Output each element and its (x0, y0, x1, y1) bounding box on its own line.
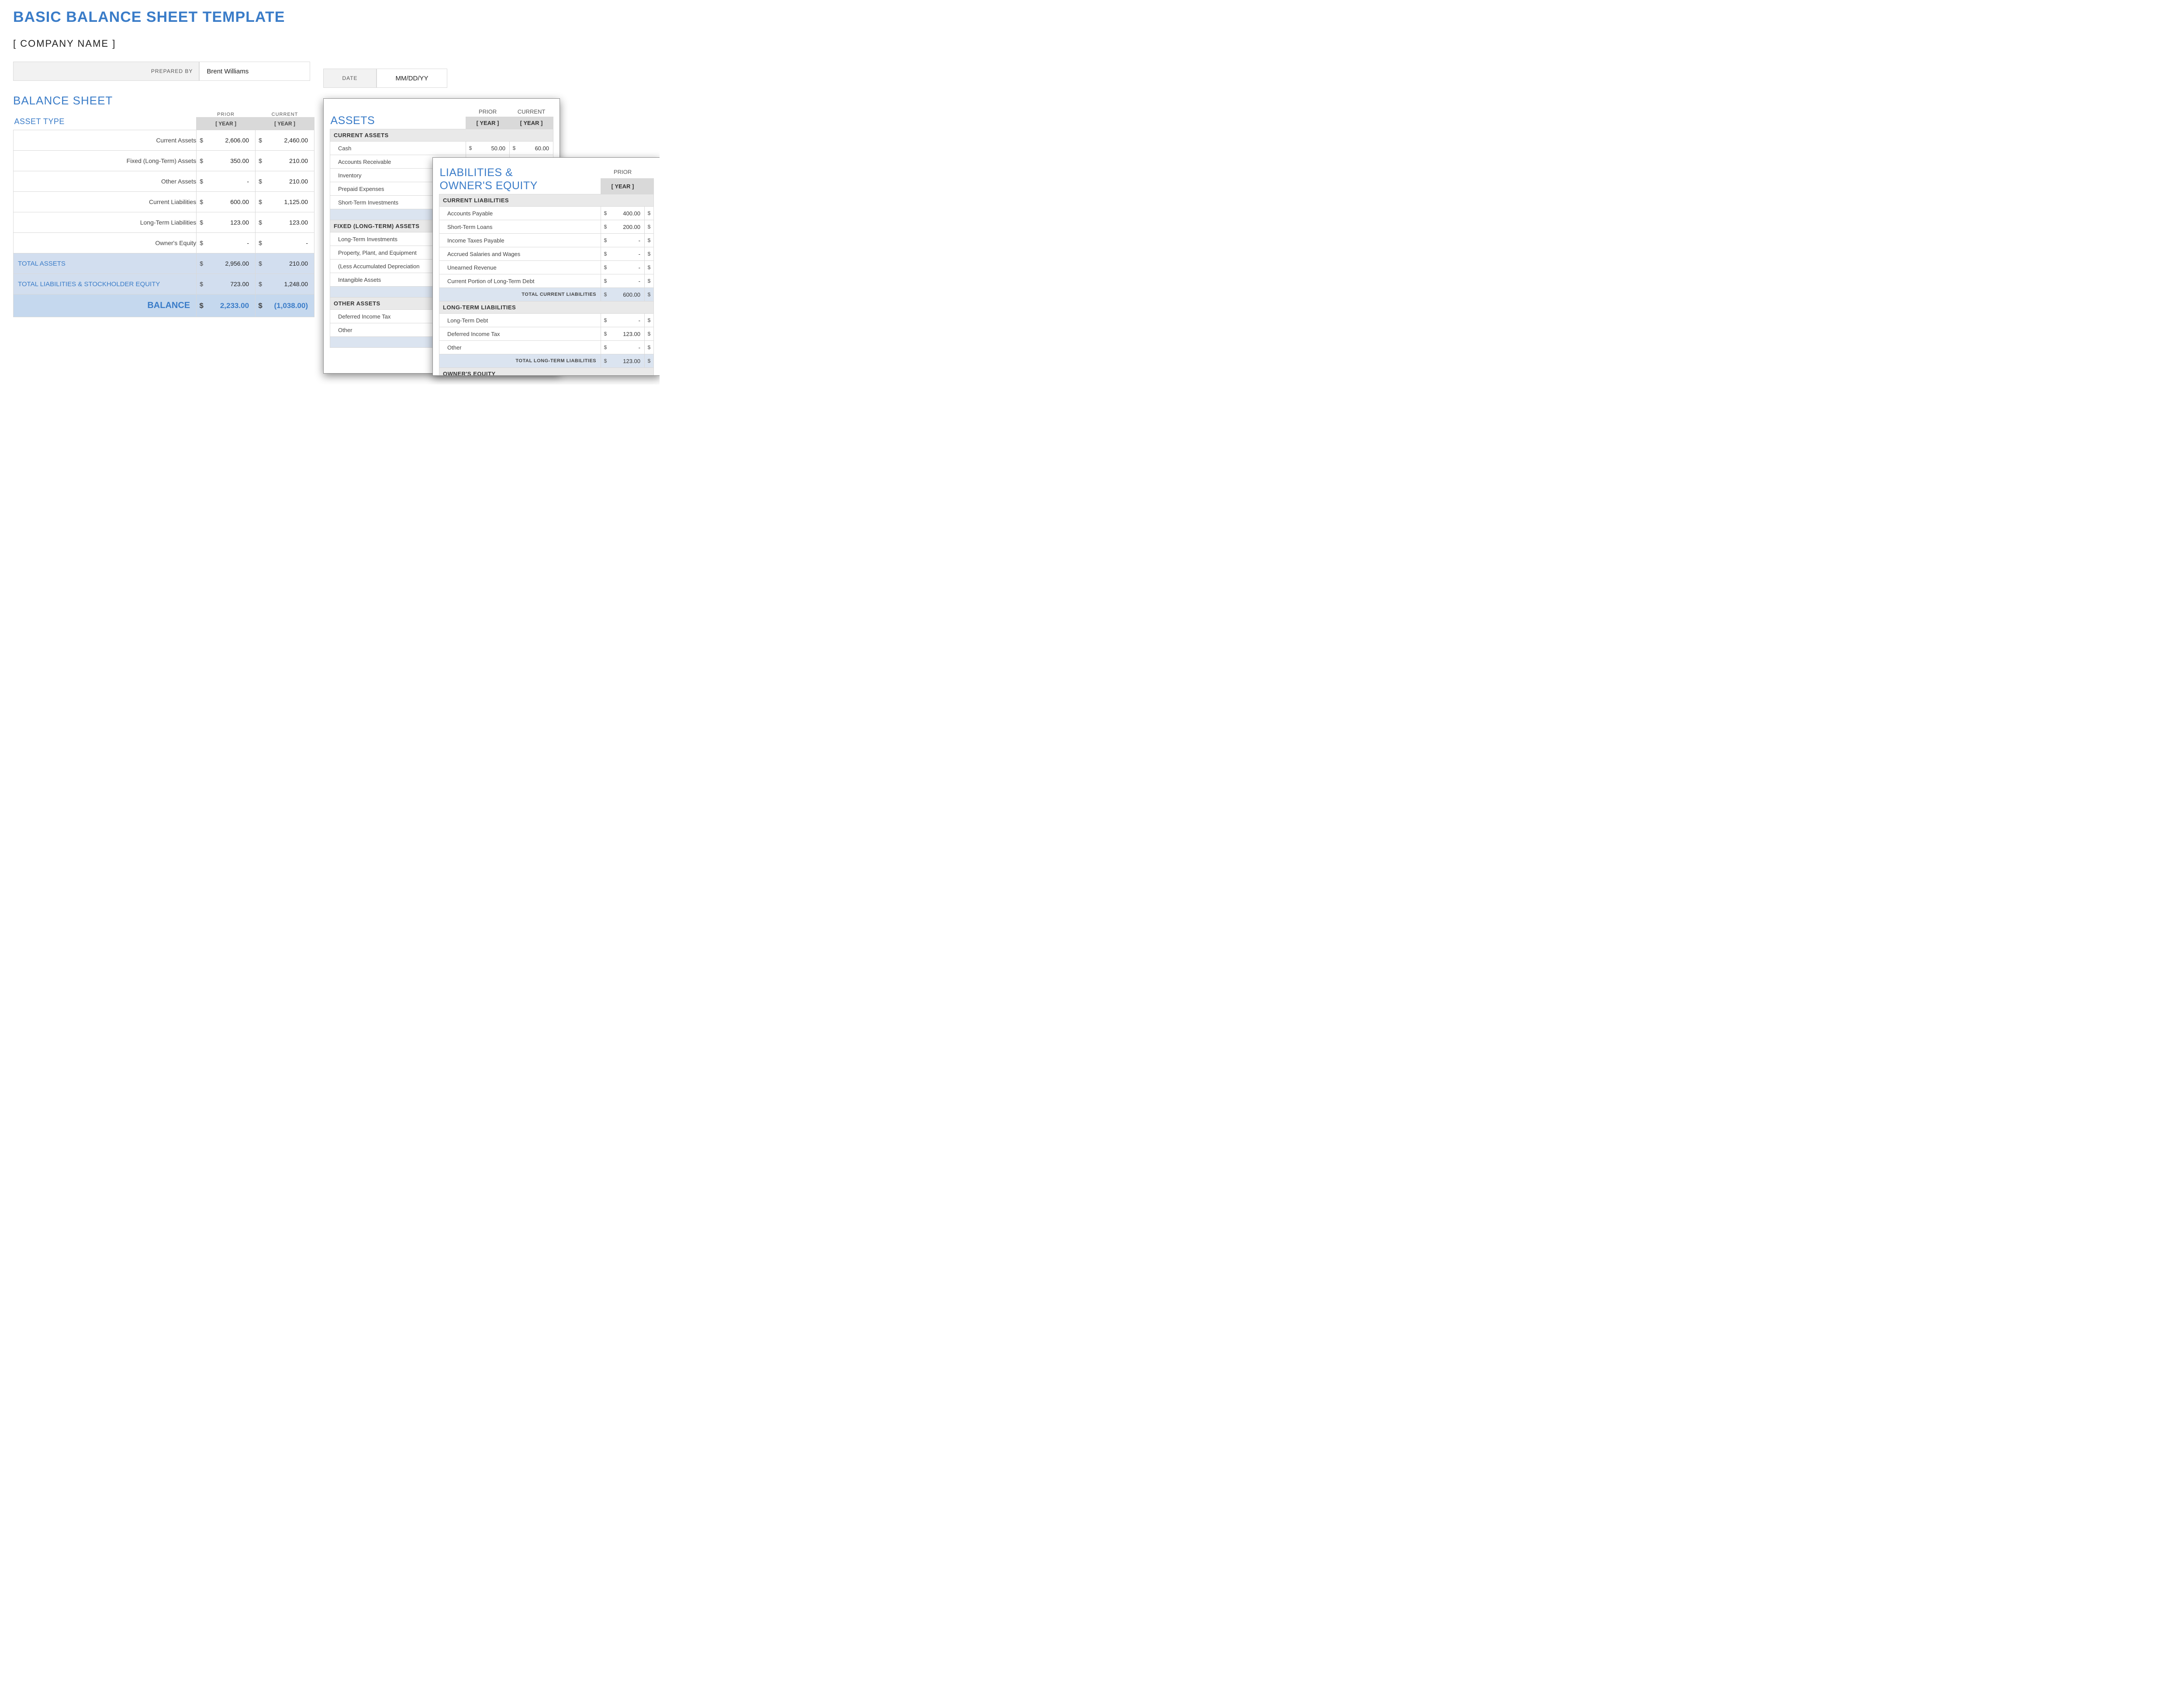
total-assets-prior: $2,956.00 (197, 253, 256, 274)
cell-prior[interactable]: $350.00 (197, 151, 256, 171)
table-row: Long-Term Liabilities $123.00 $123.00 (14, 212, 314, 233)
row-label: Current Assets (14, 130, 197, 151)
cell-current[interactable]: $210.00 (256, 171, 314, 192)
date-meta-row: DATE MM/DD/YY (323, 69, 447, 88)
table-row: Owner's Equity $- $- (14, 233, 314, 253)
cell[interactable]: $400.00 (601, 207, 645, 220)
assets-prior-label: PRIOR (466, 107, 510, 117)
assets-prior-year[interactable]: [ YEAR ] (466, 117, 510, 129)
cell[interactable]: $60.00 (510, 142, 553, 155)
prepared-by-label: PREPARED BY (13, 62, 199, 81)
cell-current[interactable]: $- (256, 233, 314, 253)
balance-label: BALANCE (14, 294, 197, 317)
cell[interactable]: $- (601, 314, 645, 327)
current-year-header[interactable]: [ YEAR ] (256, 118, 314, 130)
balance-row: BALANCE $2,233.00 $(1,038.00) (14, 294, 314, 317)
liab-prior-year[interactable]: [ YEAR ] (601, 179, 645, 194)
list-item: Accrued Salaries and Wages$-$ (439, 247, 654, 261)
liab-prior-label: PRIOR (601, 166, 645, 179)
row-label: Owner's Equity (14, 233, 197, 253)
list-item: Cash$50.00$60.00 (330, 142, 553, 155)
balance-prior: $2,233.00 (197, 294, 256, 317)
date-label: DATE (323, 69, 377, 88)
list-item: Other$-$ (439, 341, 654, 354)
total-liab-label: TOTAL LIABILITIES & STOCKHOLDER EQUITY (14, 274, 197, 294)
balance-current: $(1,038.00) (256, 294, 314, 317)
main-column: BASIC BALANCE SHEET TEMPLATE [ COMPANY N… (13, 9, 310, 317)
list-item: Long-Term Debt$-$ (439, 314, 654, 327)
cell-current[interactable]: $123.00 (256, 212, 314, 233)
cell[interactable]: $123.00 (601, 327, 645, 341)
cell-prior[interactable]: $123.00 (197, 212, 256, 233)
cell[interactable]: $- (601, 247, 645, 261)
total-liab-current: $1,248.00 (256, 274, 314, 294)
liab-title: LIABILITIES &OWNER'S EQUITY (440, 166, 601, 192)
subtotal-row: TOTAL CURRENT LIABILITIES$600.00$ (439, 288, 654, 301)
page-container: BASIC BALANCE SHEET TEMPLATE [ COMPANY N… (0, 0, 660, 384)
cell[interactable]: $50.00 (466, 142, 510, 155)
cell-current[interactable]: $1,125.00 (256, 192, 314, 212)
total-assets-row: TOTAL ASSETS $2,956.00 $210.00 (14, 253, 314, 274)
table-row: Current Assets $2,606.00 $2,460.00 (14, 130, 314, 151)
prior-year-header[interactable]: [ YEAR ] (197, 118, 256, 130)
company-name: [ COMPANY NAME ] (13, 38, 310, 49)
asset-type-header: ASSET TYPE (14, 114, 197, 130)
table-row: Other Assets $- $210.00 (14, 171, 314, 192)
date-input[interactable]: MM/DD/YY (377, 69, 447, 88)
table-row: Fixed (Long-Term) Assets $350.00 $210.00 (14, 151, 314, 171)
table-row: Current Liabilities $600.00 $1,125.00 (14, 192, 314, 212)
total-liab-row: TOTAL LIABILITIES & STOCKHOLDER EQUITY $… (14, 274, 314, 294)
cell-prior[interactable]: $- (197, 233, 256, 253)
cell[interactable]: $- (601, 274, 645, 288)
total-liab-prior: $723.00 (197, 274, 256, 294)
subtotal-row: TOTAL LONG-TERM LIABILITIES$123.00$ (439, 354, 654, 368)
group-header: CURRENT ASSETS (330, 129, 553, 142)
cell-current[interactable]: $2,460.00 (256, 130, 314, 151)
cell[interactable]: $- (601, 234, 645, 247)
total-assets-label: TOTAL ASSETS (14, 253, 197, 274)
list-item: Unearned Revenue$-$ (439, 261, 654, 274)
cell-prior[interactable]: $2,606.00 (197, 130, 256, 151)
col-prior-label: PRIOR (197, 112, 256, 118)
balance-sheet-table: ASSET TYPE PRIOR CURRENT [ YEAR ] [ YEAR… (13, 112, 314, 317)
row-label: Current Liabilities (14, 192, 197, 212)
cell-prior[interactable]: $600.00 (197, 192, 256, 212)
cell-prior[interactable]: $- (197, 171, 256, 192)
liabilities-overlay: LIABILITIES &OWNER'S EQUITY PRIOR [ YEAR… (432, 157, 660, 376)
cell[interactable]: $- (601, 341, 645, 354)
assets-title: ASSETS (331, 114, 466, 127)
cell-current[interactable]: $210.00 (256, 151, 314, 171)
col-current-label: CURRENT (256, 112, 314, 118)
list-item: Accounts Payable$400.00$ (439, 207, 654, 220)
list-item: Current Portion of Long-Term Debt$-$ (439, 274, 654, 288)
assets-current-label: CURRENT (510, 107, 553, 117)
cell[interactable]: $200.00 (601, 220, 645, 234)
section-title: BALANCE SHEET (13, 94, 310, 107)
row-label: Long-Term Liabilities (14, 212, 197, 233)
page-title: BASIC BALANCE SHEET TEMPLATE (13, 9, 310, 26)
list-item: Deferred Income Tax$123.00$ (439, 327, 654, 341)
list-item: Short-Term Loans$200.00$ (439, 220, 654, 234)
row-label: Other Assets (14, 171, 197, 192)
group-header: OWNER'S EQUITY (439, 368, 654, 376)
meta-row: PREPARED BY Brent Williams (13, 62, 310, 81)
row-label: Fixed (Long-Term) Assets (14, 151, 197, 171)
cell[interactable]: $- (601, 261, 645, 274)
group-header: CURRENT LIABILITIES (439, 194, 654, 207)
assets-current-year[interactable]: [ YEAR ] (510, 117, 553, 129)
total-assets-current: $210.00 (256, 253, 314, 274)
group-header: LONG-TERM LIABILITIES (439, 301, 654, 314)
prepared-by-input[interactable]: Brent Williams (199, 62, 310, 81)
list-item: Income Taxes Payable$-$ (439, 234, 654, 247)
